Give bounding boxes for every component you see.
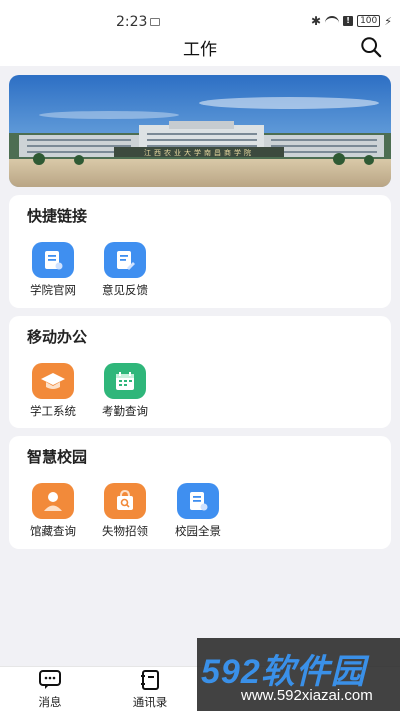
sim-icon <box>150 18 160 26</box>
tile-label: 失物招领 <box>102 524 148 538</box>
section-title: 智慧校园 <box>27 448 88 466</box>
bag-search-icon <box>104 483 146 519</box>
calendar-icon <box>104 363 146 399</box>
document-icon <box>32 242 74 278</box>
section-quick-links: 快捷链接 学院官网 意见反馈 <box>9 195 391 308</box>
tile-library-search[interactable]: 馆藏查询 <box>21 483 85 539</box>
nav-messages[interactable]: 消息 <box>10 669 90 710</box>
section-title: 移动办公 <box>27 328 88 346</box>
section-mobile-office: 移动办公 学工系统 考勤查询 <box>9 316 391 428</box>
bluetooth-icon: ✱ <box>311 14 322 28</box>
tile-student-affairs[interactable]: 学工系统 <box>21 363 85 419</box>
battery-indicator: 100 <box>357 15 381 27</box>
chat-icon <box>39 670 61 689</box>
contacts-icon <box>141 670 159 690</box>
page-title: 工作 <box>183 40 217 60</box>
status-time: 2:23 <box>116 14 148 30</box>
search-icon[interactable] <box>360 36 382 58</box>
person-icon <box>32 483 74 519</box>
watermark-logo: 592软件园 <box>201 653 366 691</box>
tile-label: 考勤查询 <box>102 404 148 418</box>
nav-contacts[interactable]: 通讯录 <box>110 669 190 710</box>
watermark: 592软件园 www.592xiazai.com <box>197 638 400 711</box>
tile-label: 学工系统 <box>30 404 76 418</box>
watermark-url: www.592xiazai.com <box>241 687 373 704</box>
section-title: 快捷链接 <box>27 207 88 225</box>
tile-campus-panorama[interactable]: 校园全景 <box>166 483 230 539</box>
alert-icon: ! <box>343 16 354 26</box>
document-icon <box>177 483 219 519</box>
status-icons: ✱ ! 100 ⚡ <box>311 14 392 28</box>
nav-label: 消息 <box>38 695 62 709</box>
campus-photo: 江西农业大学南昌商学院 <box>9 75 391 187</box>
nav-label: 通讯录 <box>132 695 168 709</box>
top-bar: 2:23 ✱ ! 100 ⚡ 工作 <box>0 0 400 66</box>
tile-label: 校园全景 <box>175 524 221 538</box>
charging-icon: ⚡ <box>384 14 392 28</box>
wifi-icon <box>325 16 340 26</box>
edit-document-icon <box>104 242 146 278</box>
tile-attendance[interactable]: 考勤查询 <box>93 363 157 419</box>
section-smart-campus: 智慧校园 馆藏查询 失物招领 校园全景 <box>9 436 391 549</box>
campus-banner[interactable]: 江西农业大学南昌商学院 <box>9 75 391 187</box>
tile-label: 学院官网 <box>30 283 76 297</box>
tile-lost-found[interactable]: 失物招领 <box>93 483 157 539</box>
tile-feedback[interactable]: 意见反馈 <box>93 242 157 298</box>
banner-sign: 江西农业大学南昌商学院 <box>144 148 254 157</box>
tile-label: 意见反馈 <box>102 283 148 297</box>
tile-label: 馆藏查询 <box>30 524 76 538</box>
tile-college-website[interactable]: 学院官网 <box>21 242 85 298</box>
graduation-cap-icon <box>32 363 74 399</box>
